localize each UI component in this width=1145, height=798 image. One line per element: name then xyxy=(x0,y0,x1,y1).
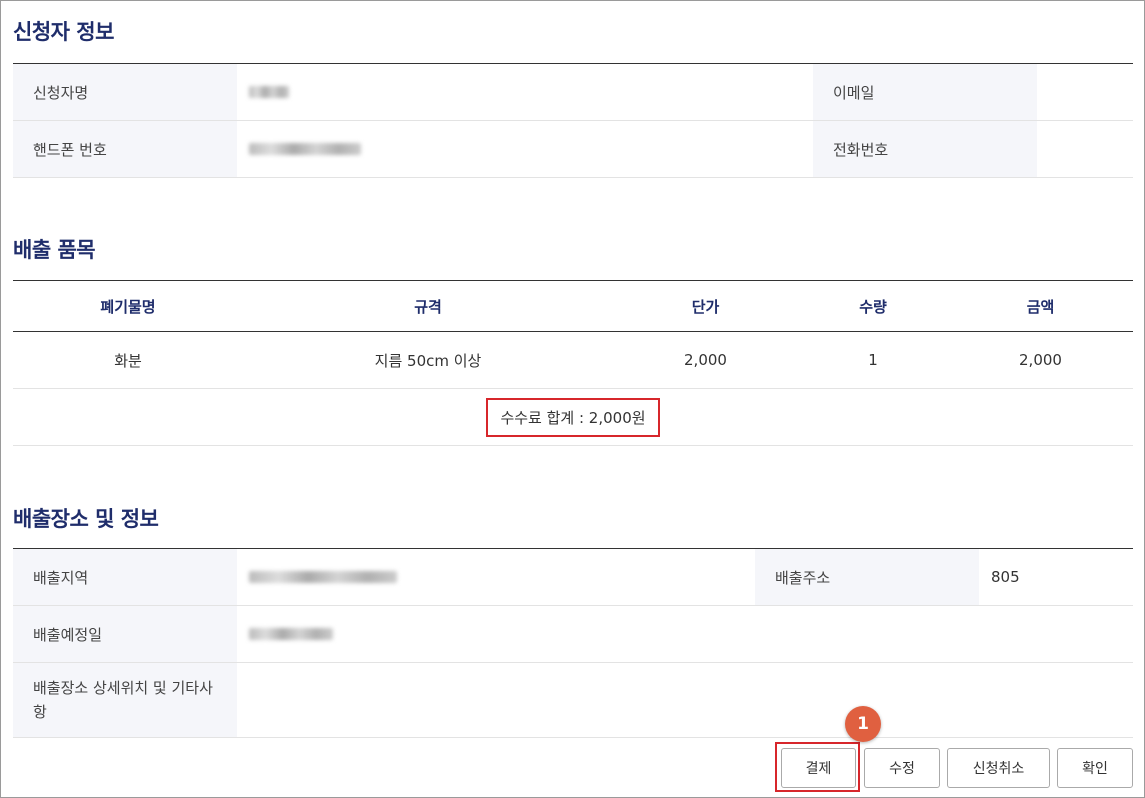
redacted-name xyxy=(249,86,289,98)
detail-value xyxy=(237,663,1133,737)
region-label: 배출지역 xyxy=(13,549,237,605)
phone-value xyxy=(237,121,813,177)
phone-label: 핸드폰 번호 xyxy=(13,121,237,177)
tel-label: 전화번호 xyxy=(813,121,1037,177)
total-row: 수수료 합계 : 2,000원 xyxy=(13,389,1133,446)
location-row-date: 배출예정일 xyxy=(13,606,1133,663)
applicant-row-name: 신청자명 이메일 xyxy=(13,64,1133,121)
items-section-title: 배출 품목 xyxy=(13,238,96,262)
date-value xyxy=(237,606,1133,662)
header-waste-name: 폐기물명 xyxy=(100,297,156,316)
applicant-info-table: 신청자명 이메일 핸드폰 번호 전화번호 xyxy=(13,63,1133,178)
header-amount: 금액 xyxy=(1026,297,1055,316)
cell-spec: 지름 50cm 이상 xyxy=(374,351,482,370)
pay-button[interactable]: 결제 xyxy=(781,748,856,788)
name-label: 신청자명 xyxy=(13,64,237,120)
confirm-button[interactable]: 확인 xyxy=(1057,748,1133,788)
name-value xyxy=(237,64,813,120)
header-spec: 규격 xyxy=(414,297,442,316)
header-quantity: 수량 xyxy=(859,297,887,316)
redacted-region xyxy=(249,571,397,583)
header-unit-price: 단가 xyxy=(691,297,720,316)
location-row-detail: 배출장소 상세위치 및 기타사항 xyxy=(13,663,1133,738)
email-label: 이메일 xyxy=(813,64,1037,120)
redacted-date xyxy=(249,628,333,640)
address-value: 805 xyxy=(991,568,1020,586)
location-info-table: 배출지역 배출주소 805 배출예정일 배출장소 상세위치 및 기타사항 xyxy=(13,548,1133,738)
items-table: 폐기물명 규격 단가 수량 금액 화분 지름 50cm 이상 2,000 1 2… xyxy=(13,280,1133,446)
fee-total: 수수료 합계 : 2,000원 xyxy=(486,397,660,437)
step-badge: 1 xyxy=(845,706,881,742)
applicant-section-title: 신청자 정보 xyxy=(13,20,114,44)
applicant-row-phone: 핸드폰 번호 전화번호 xyxy=(13,121,1133,178)
redacted-phone xyxy=(249,143,361,155)
location-section-title: 배출장소 및 정보 xyxy=(13,507,159,531)
location-row-region: 배출지역 배출주소 805 xyxy=(13,549,1133,606)
cell-quantity: 1 xyxy=(868,351,878,369)
region-value xyxy=(237,549,755,605)
items-header-row: 폐기물명 규격 단가 수량 금액 xyxy=(13,281,1133,332)
email-value xyxy=(1037,64,1133,120)
cell-amount: 2,000 xyxy=(1019,351,1062,369)
date-label: 배출예정일 xyxy=(13,606,237,662)
tel-value xyxy=(1037,121,1133,177)
cell-unit-price: 2,000 xyxy=(684,351,727,369)
detail-label: 배출장소 상세위치 및 기타사항 xyxy=(13,663,237,737)
cancel-application-button[interactable]: 신청취소 xyxy=(947,748,1050,788)
edit-button[interactable]: 수정 xyxy=(864,748,940,788)
address-label: 배출주소 xyxy=(755,549,979,605)
cell-waste-name: 화분 xyxy=(114,351,142,370)
table-row: 화분 지름 50cm 이상 2,000 1 2,000 xyxy=(13,332,1133,389)
